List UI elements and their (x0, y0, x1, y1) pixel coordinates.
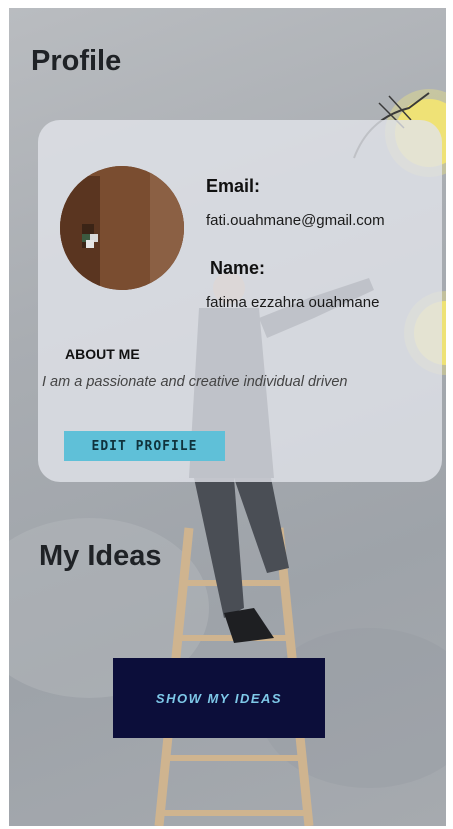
avatar (60, 166, 184, 290)
about-me-label: ABOUT ME (65, 346, 140, 362)
avatar-photo-icon (60, 166, 184, 290)
profile-card: Email: fati.ouahmane@gmail.com Name: fat… (38, 120, 442, 482)
show-my-ideas-button[interactable]: SHOW MY IDEAS (113, 658, 325, 738)
edit-profile-button[interactable]: EDIT PROFILE (64, 431, 225, 461)
page-title: Profile (31, 45, 122, 77)
my-ideas-title: My Ideas (39, 540, 162, 572)
email-value: fati.ouahmane@gmail.com (206, 212, 385, 229)
name-value: fatima ezzahra ouahmane (206, 294, 380, 311)
about-me-text: I am a passionate and creative individua… (42, 374, 348, 390)
email-label: Email: (206, 176, 261, 196)
app-screen: Profile Email: fati.ouahmane@gmail.com N… (9, 8, 446, 826)
name-label: Name: (210, 258, 266, 278)
